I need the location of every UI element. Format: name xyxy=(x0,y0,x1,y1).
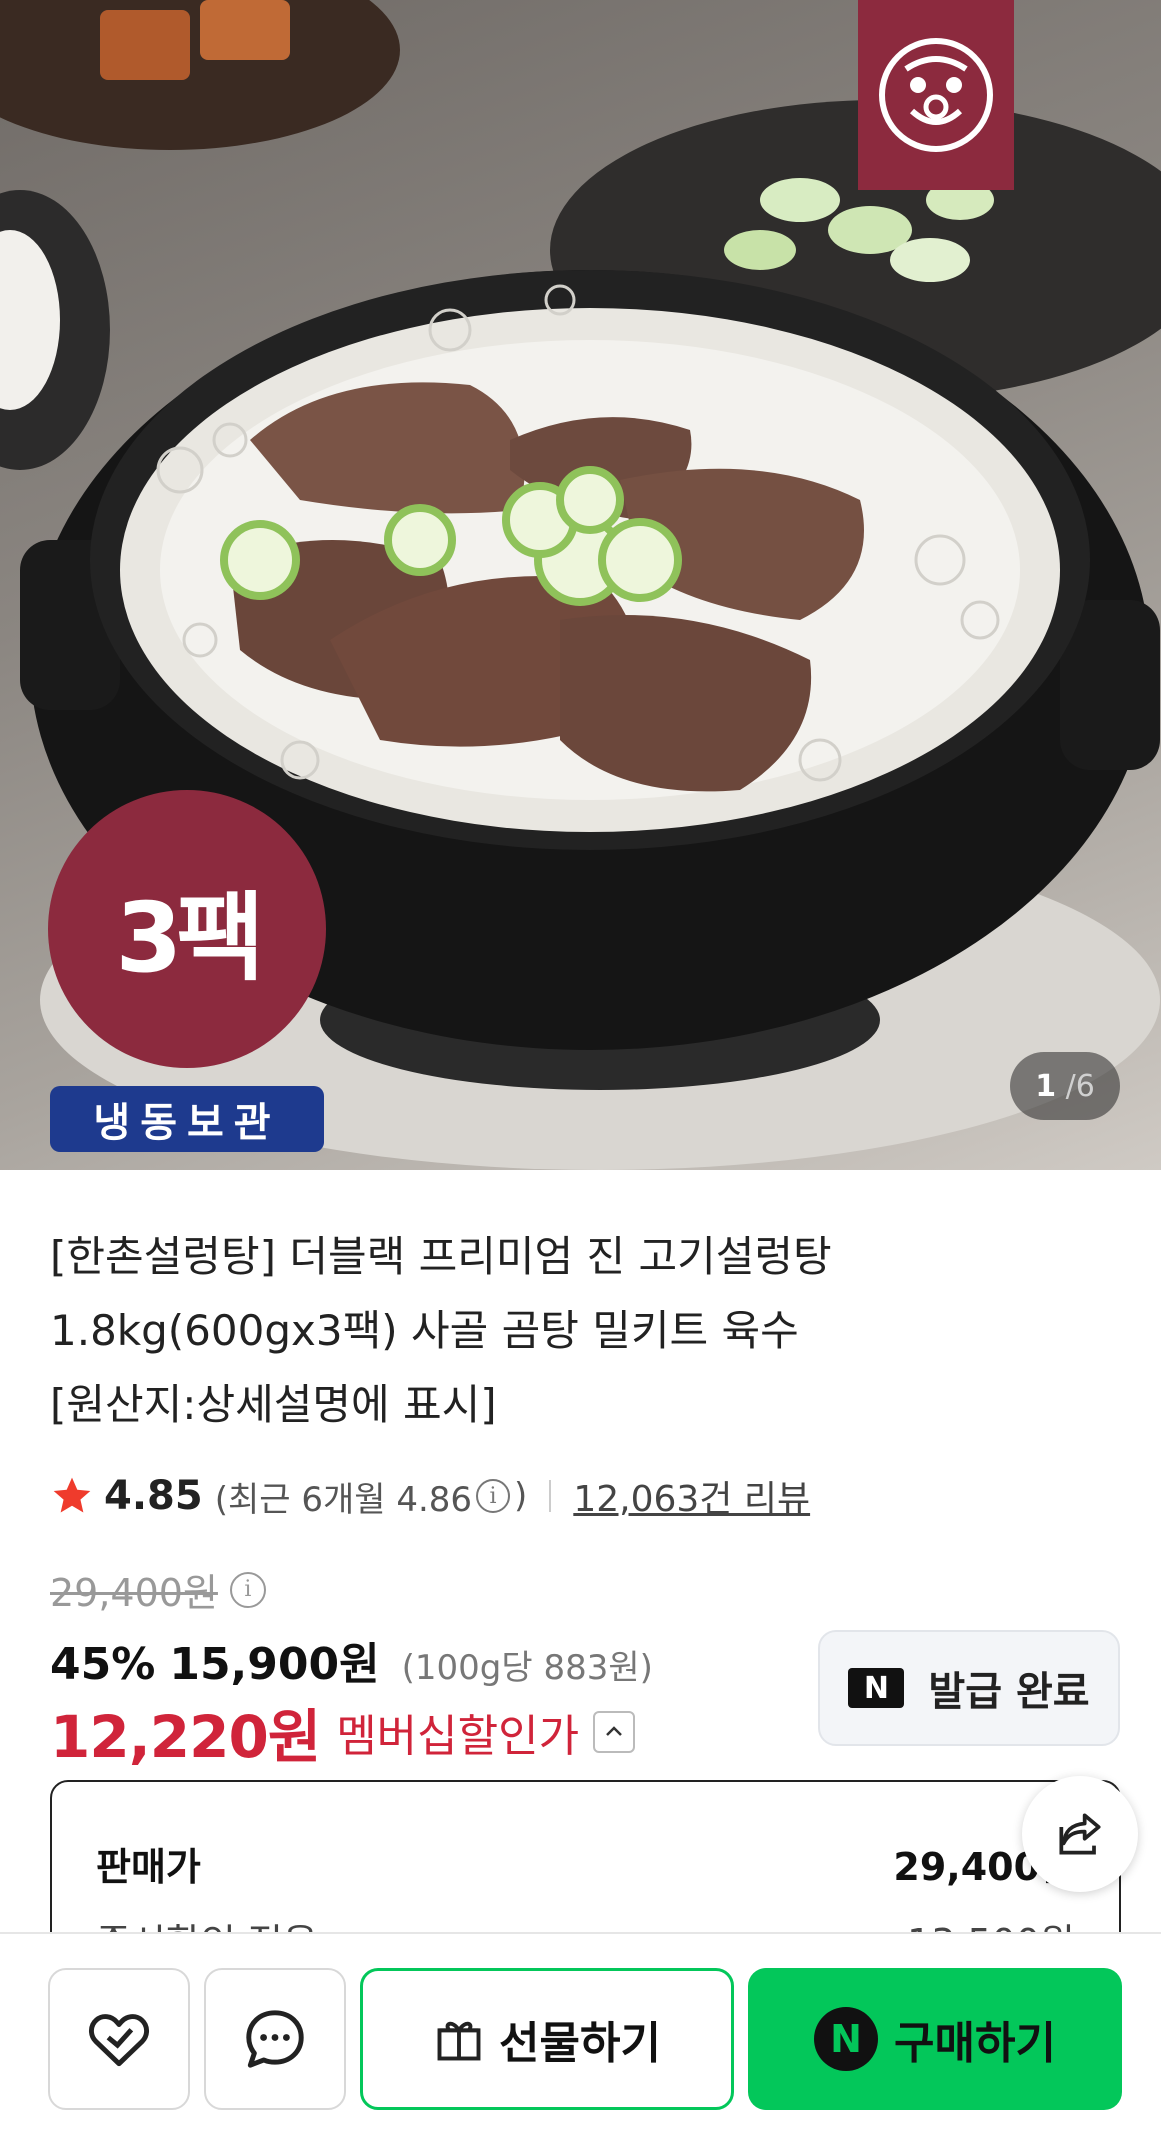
original-price: 29,400원 i xyxy=(50,1562,270,1617)
discount-rate: 45% xyxy=(50,1639,156,1690)
pack-count-label: 3팩 xyxy=(115,881,264,994)
sale-price-row: 45% 15,900원 (100g당 883원) xyxy=(50,1628,653,1692)
buy-label: 구매하기 xyxy=(894,2018,1056,2069)
breakdown-label: 판매가 xyxy=(96,1845,201,1889)
rating-row: 4.85 (최근 6개월 4.86 i ) 12,063건 리뷰 xyxy=(50,1472,810,1520)
image-counter: 1 / 6 xyxy=(1010,1052,1120,1120)
bottom-action-bar: 선물하기 N 구매하기 xyxy=(0,1932,1161,2139)
storage-label: 냉동보관 xyxy=(93,1100,281,1146)
pack-count-badge: 3팩 xyxy=(48,790,326,1068)
divider xyxy=(549,1480,552,1512)
chat-bubble-icon xyxy=(246,2010,304,2068)
brand-mask-icon xyxy=(879,38,993,152)
recent-rating: (최근 6개월 4.86 i ) xyxy=(215,1472,528,1521)
original-price-value: 29,400원 xyxy=(50,1571,218,1615)
unit-price: (100g당 883원) xyxy=(401,1648,653,1688)
member-price-label: 멤버십할인가 xyxy=(336,1711,580,1762)
sale-price: 15,900원 xyxy=(169,1639,380,1690)
image-counter-total: 6 xyxy=(1075,1068,1095,1104)
member-price-row: 12,220원 멤버십할인가 xyxy=(50,1690,636,1774)
review-count-link[interactable]: 12,063건 리뷰 xyxy=(573,1470,810,1522)
coupon-issued-button[interactable]: N 발급 완료 xyxy=(818,1630,1120,1746)
buy-button[interactable]: N 구매하기 xyxy=(748,1968,1122,2110)
gift-label: 선물하기 xyxy=(499,2018,661,2069)
brand-logo xyxy=(858,0,1014,190)
wishlist-button[interactable] xyxy=(48,1968,190,2110)
rating-value: 4.85 xyxy=(104,1473,203,1519)
frozen-storage-badge: 냉동보관 xyxy=(50,1086,324,1152)
product-title-line3: [원산지:상세설명에 표시] xyxy=(50,1380,497,1429)
image-counter-current: 1 xyxy=(1035,1068,1057,1104)
gift-button[interactable]: 선물하기 xyxy=(360,1968,734,2110)
info-icon[interactable]: i xyxy=(476,1479,511,1513)
member-price: 12,220원 xyxy=(50,1703,321,1771)
naver-pay-icon: N xyxy=(814,2007,879,2071)
product-title-line1: [한촌설렁탕] 더블랙 프리미엄 진 고기설렁탕 xyxy=(50,1232,832,1281)
price-info-icon[interactable]: i xyxy=(229,1571,266,1608)
heart-check-icon xyxy=(88,2014,150,2067)
coupon-label: 발급 완료 xyxy=(928,1669,1090,1715)
talk-chat-button[interactable] xyxy=(204,1968,346,2110)
recent-rating-text: (최근 6개월 4.86 xyxy=(214,1479,473,1520)
product-title: [한촌설렁탕] 더블랙 프리미엄 진 고기설렁탕 1.8kg(600gx3팩) … xyxy=(50,1220,1110,1442)
product-image-carousel[interactable]: 3팩 냉동보관 1 / 6 xyxy=(0,0,1161,1170)
product-title-line2: 1.8kg(600gx3팩) 사골 곰탕 밀키트 육수 xyxy=(50,1306,799,1355)
naver-n-icon: N xyxy=(848,1668,905,1708)
breakdown-row-list-price: 판매가 29,400원 xyxy=(96,1836,1075,1891)
share-icon xyxy=(1059,1813,1101,1855)
star-icon xyxy=(53,1477,91,1513)
image-counter-separator: / xyxy=(1056,1068,1076,1104)
share-button[interactable] xyxy=(1022,1776,1138,1892)
recent-rating-close: ) xyxy=(514,1476,528,1516)
gift-icon xyxy=(437,2021,481,2061)
chevron-up-icon[interactable] xyxy=(593,1711,636,1753)
